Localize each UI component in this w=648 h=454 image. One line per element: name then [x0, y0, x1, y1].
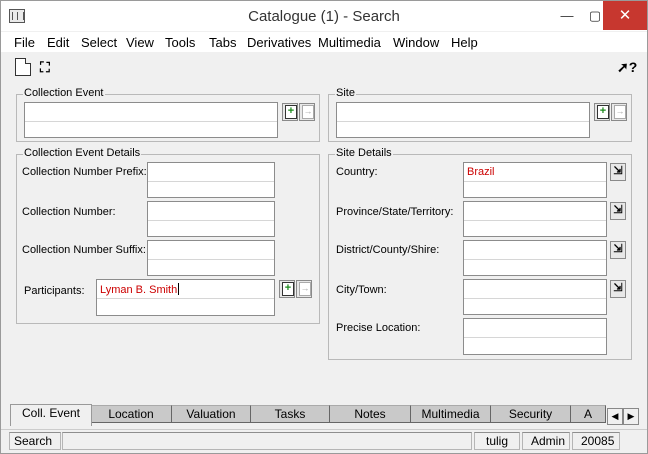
close-button[interactable]: ✕	[603, 1, 647, 30]
collection-event-details-group: Collection Event Details Collection Numb…	[16, 147, 320, 324]
tab-tasks[interactable]: Tasks	[250, 405, 330, 423]
district-field[interactable]	[463, 240, 607, 276]
menu-tools[interactable]: Tools	[165, 35, 195, 50]
province-field[interactable]	[463, 201, 607, 237]
tab-valuation[interactable]: Valuation	[171, 405, 251, 423]
site-add-button[interactable]	[594, 103, 610, 121]
province-lookup-button[interactable]: ⇲	[610, 202, 626, 220]
district-label: District/County/Shire:	[336, 244, 440, 256]
application-window: Catalogue (1) - Search — ▢ ✕ File Edit S…	[0, 0, 648, 454]
province-label: Province/State/Territory:	[336, 206, 454, 218]
status-role: Admin	[522, 432, 570, 450]
collection-number-prefix-label: Collection Number Prefix:	[22, 166, 147, 178]
title-bar: Catalogue (1) - Search — ▢ ✕	[1, 1, 647, 31]
participants-add-button[interactable]	[279, 280, 295, 298]
collection-event-open-button[interactable]	[299, 103, 315, 121]
menu-bar: File Edit Select View Tools Tabs Derivat…	[1, 32, 647, 52]
tab-a[interactable]: A	[570, 405, 606, 423]
collection-event-add-button[interactable]	[282, 103, 298, 121]
site-title: Site	[335, 87, 356, 99]
tab-location[interactable]: Location	[90, 405, 172, 423]
precise-location-label: Precise Location:	[336, 322, 421, 334]
window-title: Catalogue (1) - Search	[248, 8, 400, 25]
minimize-button[interactable]: —	[553, 1, 581, 30]
participants-label: Participants:	[24, 285, 85, 297]
tab-coll-event[interactable]: Coll. Event	[10, 404, 92, 426]
tab-strip: Coll. Event Location Valuation Tasks Not…	[1, 402, 647, 428]
site-group: Site	[328, 87, 632, 142]
site-field[interactable]	[336, 102, 590, 138]
menu-help[interactable]: Help	[451, 35, 478, 50]
collection-number-suffix-field[interactable]	[147, 240, 275, 276]
status-mode: Search	[9, 432, 61, 450]
menu-multimedia[interactable]: Multimedia	[318, 35, 381, 50]
menu-derivatives[interactable]: Derivatives	[247, 35, 311, 50]
menu-tabs[interactable]: Tabs	[209, 35, 236, 50]
menu-file[interactable]: File	[14, 35, 35, 50]
precise-location-field[interactable]	[463, 318, 607, 355]
participants-field[interactable]: Lyman B. Smith	[96, 279, 275, 316]
status-count: 20085	[572, 432, 620, 450]
tab-scroll-left-button[interactable]: ◀	[607, 408, 623, 425]
tab-notes[interactable]: Notes	[329, 405, 411, 423]
tab-multimedia[interactable]: Multimedia	[410, 405, 491, 423]
city-label: City/Town:	[336, 284, 387, 296]
participants-open-button[interactable]	[296, 280, 312, 298]
collection-number-label: Collection Number:	[22, 206, 116, 218]
country-field[interactable]: Brazil	[463, 162, 607, 198]
whats-this-help-icon[interactable]: ➚?	[617, 58, 637, 76]
status-message	[62, 432, 472, 450]
status-user: tulig	[474, 432, 520, 450]
text-caret	[178, 283, 180, 295]
country-lookup-button[interactable]: ⇲	[610, 163, 626, 181]
toolbar: ⛶ ➚?	[1, 52, 647, 82]
menu-select[interactable]: Select	[81, 35, 117, 50]
site-details-title: Site Details	[335, 147, 393, 159]
country-label: Country:	[336, 166, 378, 178]
menu-view[interactable]: View	[126, 35, 154, 50]
status-bar: Search tulig Admin 20085	[1, 429, 647, 453]
district-lookup-button[interactable]: ⇲	[610, 241, 626, 259]
country-value: Brazil	[467, 166, 495, 178]
new-document-icon[interactable]	[15, 58, 31, 76]
binoculars-icon[interactable]: ⛶	[40, 58, 56, 76]
participants-value: Lyman B. Smith	[100, 284, 178, 296]
collection-event-field[interactable]	[24, 102, 278, 138]
city-field[interactable]	[463, 279, 607, 315]
tab-security[interactable]: Security	[490, 405, 571, 423]
collection-event-details-title: Collection Event Details	[23, 147, 142, 159]
collection-number-field[interactable]	[147, 201, 275, 237]
site-open-button[interactable]	[611, 103, 627, 121]
collection-number-prefix-field[interactable]	[147, 162, 275, 198]
tab-scroll-right-button[interactable]: ▶	[623, 408, 639, 425]
collection-number-suffix-label: Collection Number Suffix:	[22, 244, 146, 256]
menu-window[interactable]: Window	[393, 35, 439, 50]
collection-event-group: Collection Event	[16, 87, 320, 142]
city-lookup-button[interactable]: ⇲	[610, 280, 626, 298]
collection-event-title: Collection Event	[23, 87, 105, 99]
site-details-group: Site Details Country: Brazil ⇲ Province/…	[328, 147, 632, 360]
menu-edit[interactable]: Edit	[47, 35, 69, 50]
